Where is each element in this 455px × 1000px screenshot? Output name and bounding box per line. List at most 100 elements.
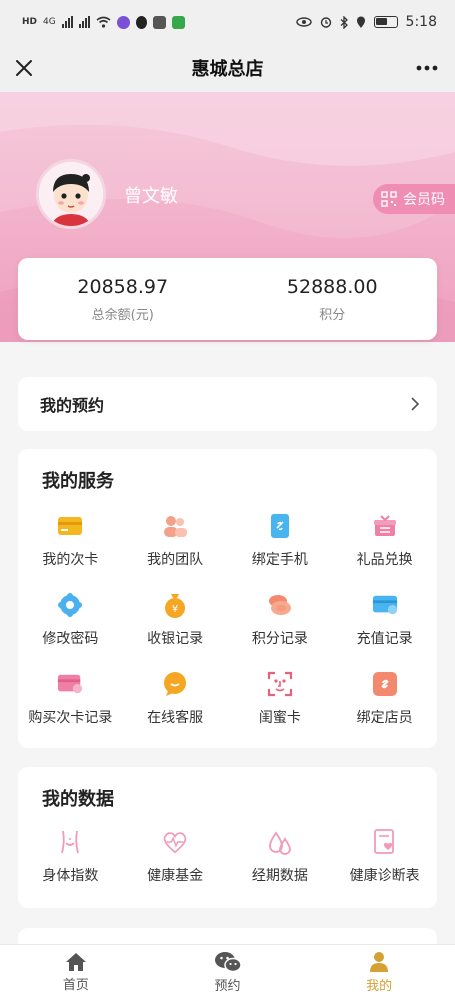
svg-text:¥: ¥: [172, 604, 178, 615]
more-icon: [416, 65, 438, 71]
service-item-label: 我的团队: [147, 552, 204, 568]
service-item-label: 积分记录: [251, 631, 308, 647]
member-code-button[interactable]: 会员码: [373, 184, 455, 214]
service-item-gift[interactable]: 礼品兑换: [332, 501, 437, 580]
services-title: 我的服务: [42, 471, 114, 492]
app-green-icon: [171, 15, 185, 29]
app-notification-icon: [116, 15, 130, 29]
gift-icon: [373, 515, 396, 536]
chevron-right-icon: [411, 397, 419, 411]
data-item-label: 身体指数: [42, 868, 99, 884]
link-icon: [372, 672, 397, 696]
service-item-label: 充值记录: [356, 631, 413, 647]
more-button[interactable]: [413, 54, 441, 82]
body-icon: [61, 830, 80, 854]
service-item-points[interactable]: 积分记录: [228, 580, 333, 659]
service-item-label: 收银记录: [147, 631, 204, 647]
bluetooth-icon: [340, 15, 348, 29]
qq-icon: [135, 15, 147, 29]
data-item-health-fund[interactable]: 健康基金: [123, 817, 228, 896]
service-item-online-service[interactable]: 在线客服: [123, 659, 228, 738]
my-data-title: 我的数据: [42, 789, 114, 810]
money-bag-icon: ¥: [165, 594, 186, 618]
status-bar-right: 5:18: [295, 14, 437, 30]
gear-icon: [58, 593, 83, 617]
points-label: 积分: [319, 307, 346, 323]
eye-icon: [295, 17, 312, 27]
member-code-label: 会员码: [403, 192, 445, 208]
location-icon: [356, 16, 365, 28]
balance-card: 20858.97 总余额(元) 52888.00 积分: [18, 258, 437, 340]
user-icon: [370, 952, 389, 972]
nav-home[interactable]: 首页: [0, 945, 152, 1000]
service-item-purchase-card[interactable]: 购买次卡记录: [18, 659, 123, 738]
purchase-card-icon: [58, 674, 83, 694]
service-item-recharge[interactable]: 充值记录: [332, 580, 437, 659]
service-item-label: 我的次卡: [42, 552, 99, 568]
close-icon: [16, 60, 32, 76]
my-booking-row[interactable]: 我的预约: [18, 377, 437, 431]
nav-booking-label: 预约: [214, 979, 241, 994]
services-card: 我的服务 我的次卡 我的团队 绑定手机 礼品兑换 修改密码 ¥ 收银记录 积分记…: [18, 449, 437, 748]
data-item-label: 经期数据: [251, 868, 308, 884]
coins-icon: [268, 595, 291, 615]
face-scan-icon: [267, 671, 292, 697]
my-data-card: 我的数据 身体指数 健康基金 经期数据 健康诊断表: [18, 767, 437, 908]
services-grid: 我的次卡 我的团队 绑定手机 礼品兑换 修改密码 ¥ 收银记录 积分记录 充值记…: [18, 501, 437, 738]
recharge-card-icon: [372, 595, 397, 615]
status-bar: HD 4G 5:18: [0, 0, 455, 44]
data-item-body-index[interactable]: 身体指数: [18, 817, 123, 896]
hd-label: HD: [22, 17, 38, 27]
network-label: 4G: [43, 17, 56, 27]
heart-pulse-icon: [163, 832, 187, 854]
team-icon: [164, 516, 188, 537]
signal-icon-2: [78, 16, 90, 28]
service-item-label: 绑定手机: [251, 552, 308, 568]
battery-icon: [373, 16, 398, 28]
nav-home-label: 首页: [62, 978, 89, 993]
service-item-label: 绑定店员: [356, 710, 413, 726]
app-badge-icon: [152, 15, 166, 29]
nav-booking[interactable]: 预约: [152, 945, 304, 1000]
service-item-label: 修改密码: [42, 631, 99, 647]
page-title: 惠城总店: [191, 59, 264, 80]
data-item-label: 健康基金: [147, 868, 204, 884]
qr-code-icon: [381, 191, 397, 207]
clock-time: 5:18: [405, 14, 437, 30]
service-item-label: 购买次卡记录: [28, 710, 113, 726]
my-booking-label: 我的预约: [40, 396, 105, 415]
total-balance[interactable]: 20858.97 总余额(元): [18, 258, 228, 340]
card-icon: [58, 517, 83, 535]
wechat-icon: [214, 952, 242, 973]
service-item-label: 闺蜜卡: [258, 710, 301, 726]
points-value: 52888.00: [286, 275, 378, 298]
nav-mine-label: 我的: [366, 979, 393, 994]
signal-icon: [61, 16, 73, 28]
points-balance[interactable]: 52888.00 积分: [228, 258, 438, 340]
service-item-bind-phone[interactable]: 绑定手机: [228, 501, 333, 580]
data-item-label: 健康诊断表: [349, 868, 420, 884]
service-item-bind-clerk[interactable]: 绑定店员: [332, 659, 437, 738]
title-bar: 惠城总店: [0, 44, 455, 92]
bottom-nav: 首页 预约 我的: [0, 944, 455, 1000]
close-button[interactable]: [10, 54, 38, 82]
home-icon: [65, 953, 86, 971]
chat-bubble-icon: [164, 672, 187, 696]
username: 曾文敏: [124, 186, 178, 207]
avatar-cartoon-icon: [39, 162, 103, 226]
service-item-team[interactable]: 我的团队: [123, 501, 228, 580]
service-item-bestie-card[interactable]: 闺蜜卡: [228, 659, 333, 738]
data-item-period[interactable]: 经期数据: [228, 817, 333, 896]
service-item-card[interactable]: 我的次卡: [18, 501, 123, 580]
wifi-icon: [96, 16, 111, 28]
service-item-label: 礼品兑换: [356, 552, 413, 568]
data-item-health-report[interactable]: 健康诊断表: [332, 817, 437, 896]
total-balance-value: 20858.97: [77, 275, 169, 298]
total-balance-label: 总余额(元): [91, 307, 154, 323]
nav-mine[interactable]: 我的: [303, 945, 455, 1000]
droplets-icon: [268, 831, 291, 855]
avatar[interactable]: [36, 159, 106, 229]
service-item-change-password[interactable]: 修改密码: [18, 580, 123, 659]
service-item-cashier[interactable]: ¥ 收银记录: [123, 580, 228, 659]
status-bar-left: HD 4G: [22, 15, 185, 29]
